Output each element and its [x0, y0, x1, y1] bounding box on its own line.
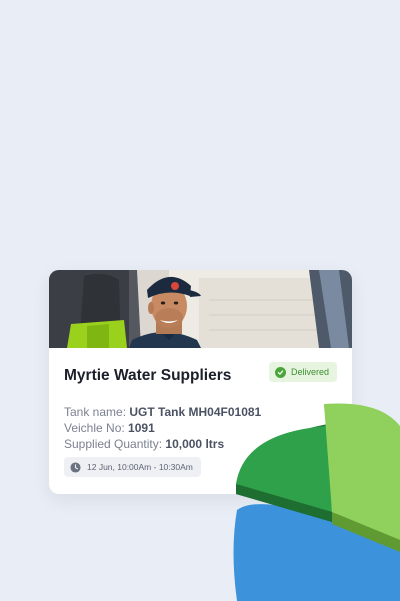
- clock-icon: [70, 461, 81, 473]
- detail-key: Tank name:: [64, 405, 127, 419]
- status-badge: Delivered: [268, 362, 337, 382]
- detail-key: Veichle No:: [64, 421, 125, 435]
- status-label: Delivered: [290, 367, 329, 377]
- detail-key: Supplied Quantity:: [64, 437, 163, 451]
- driver-photo: [49, 270, 352, 348]
- delivery-time: 12 Jun, 10:00Am - 10:30Am: [87, 462, 193, 472]
- decorative-pie-chart: [233, 403, 400, 601]
- detail-value: 1091: [128, 421, 155, 435]
- delivery-time-chip: 12 Jun, 10:00Am - 10:30Am: [64, 457, 201, 477]
- check-circle-icon: [274, 366, 286, 378]
- detail-value: 10,000 ltrs: [165, 437, 225, 451]
